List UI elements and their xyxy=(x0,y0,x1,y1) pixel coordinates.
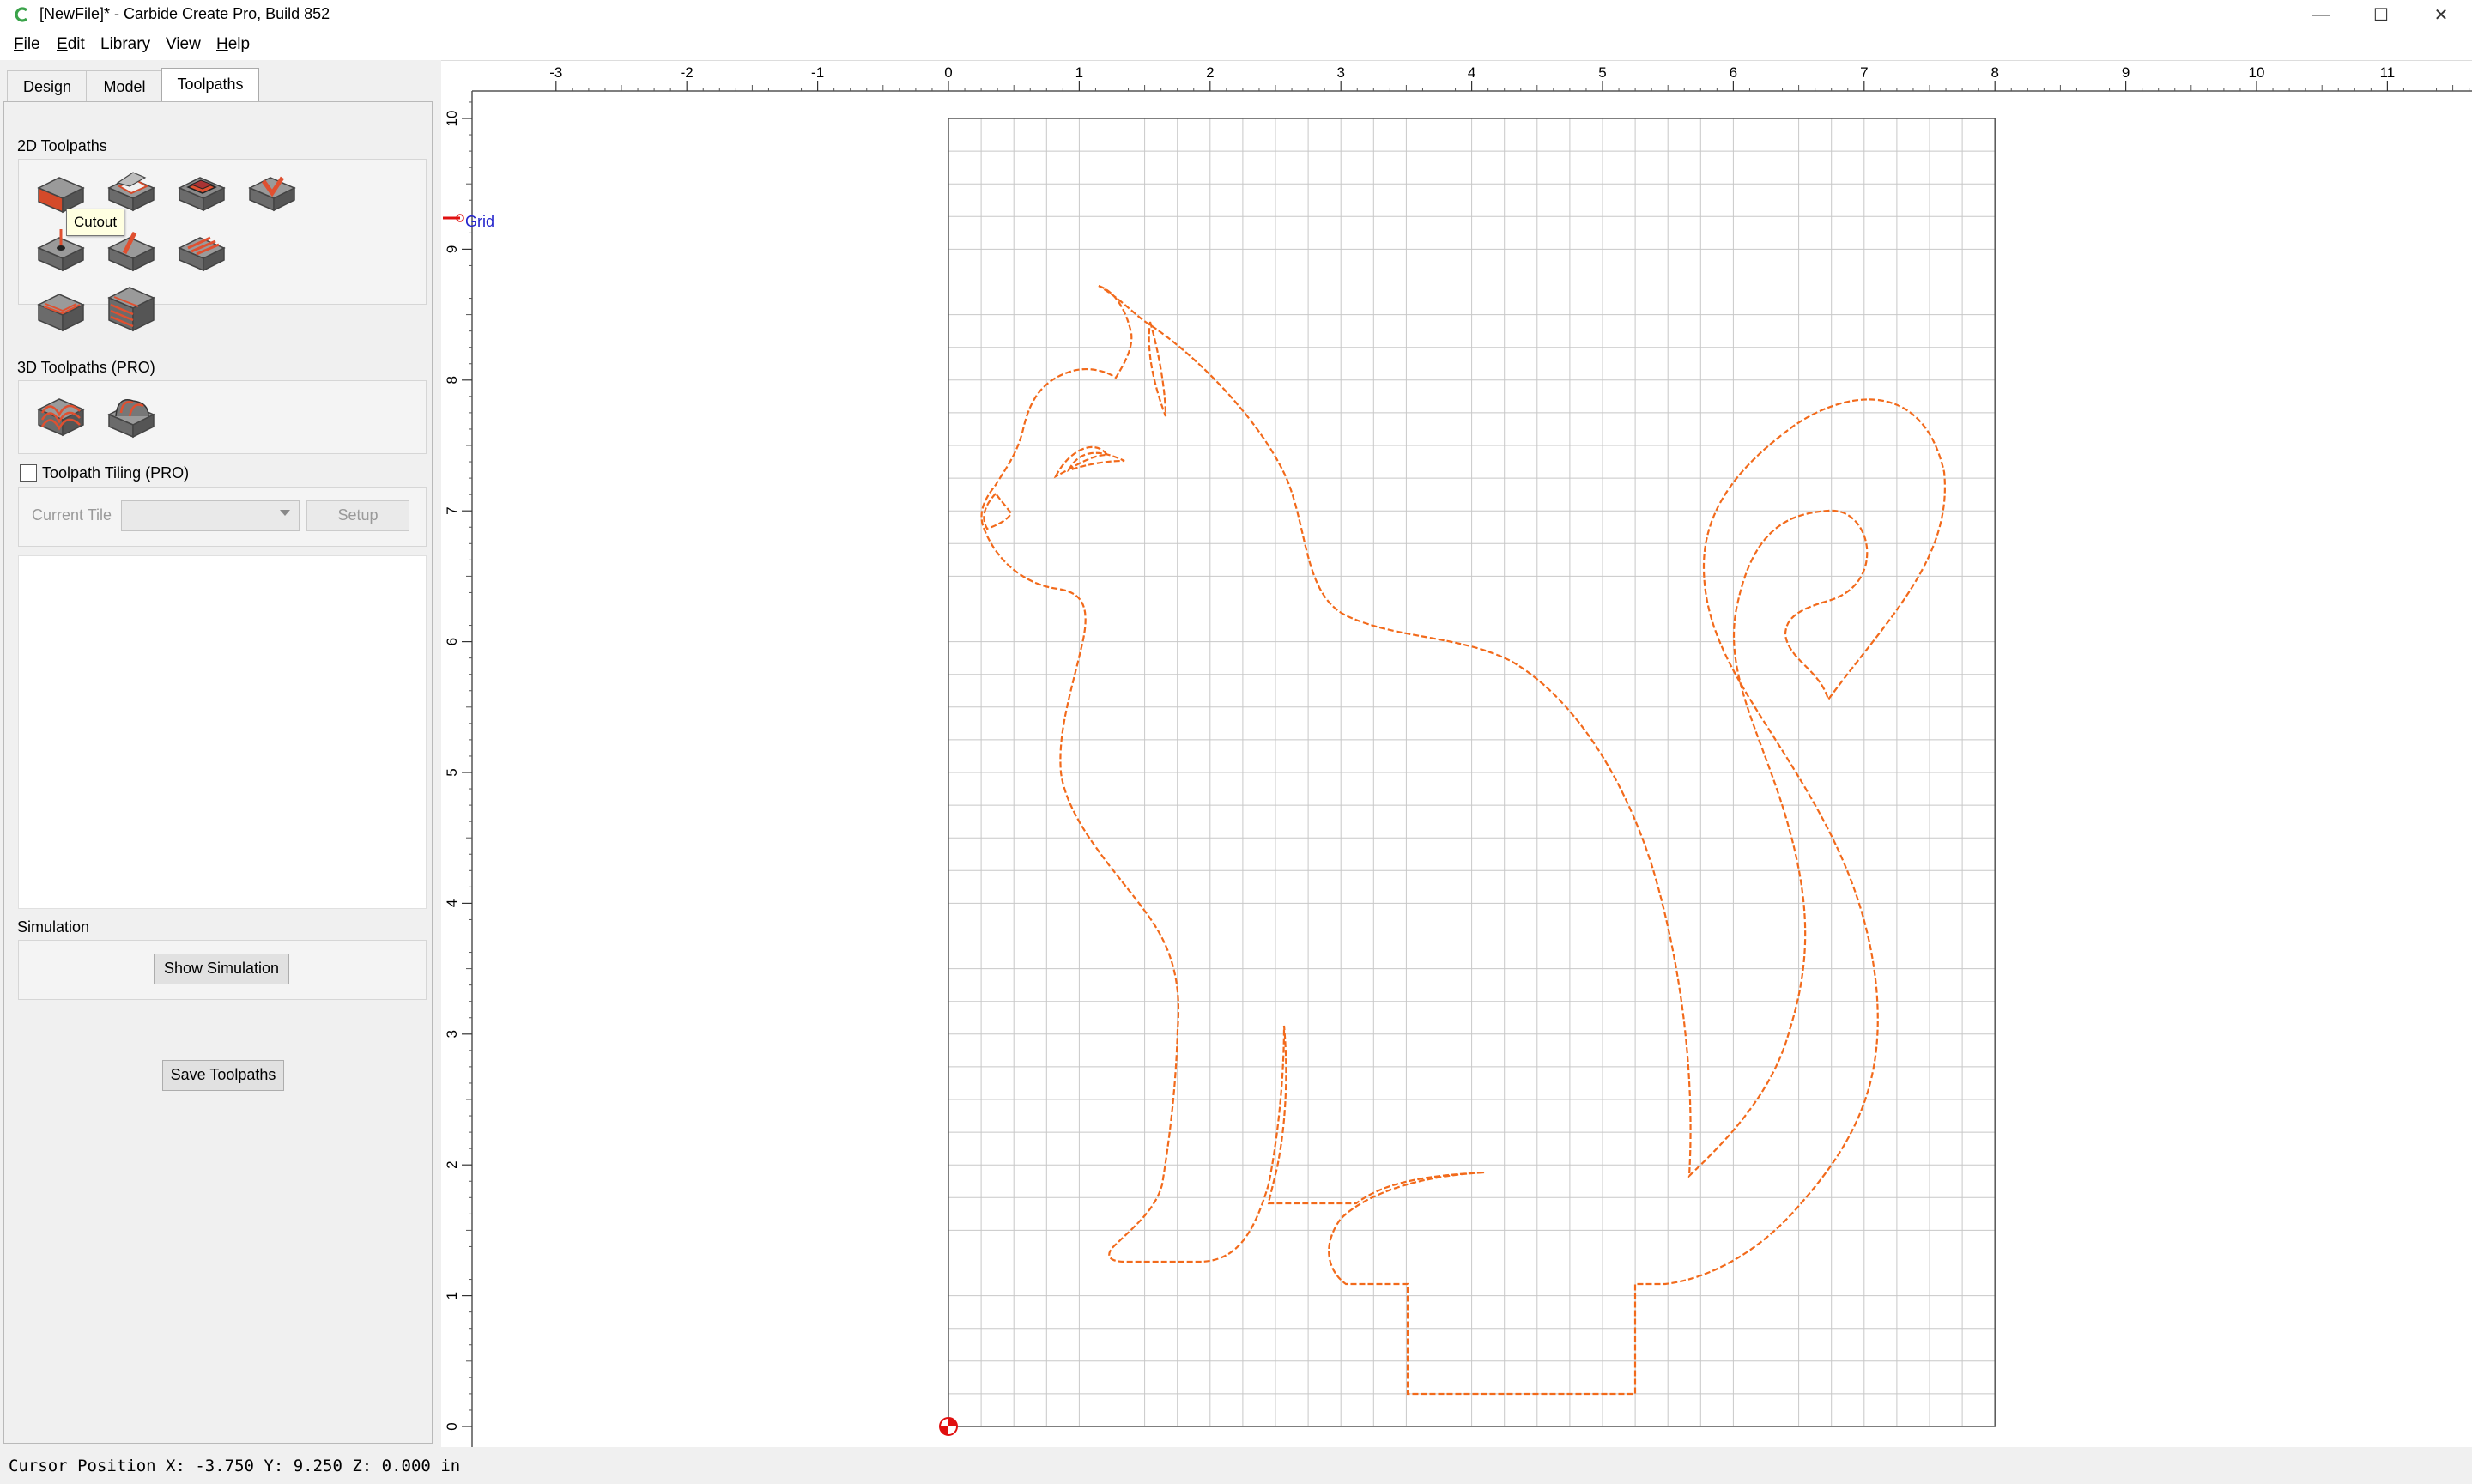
y-tick-label: 6 xyxy=(444,638,460,645)
maximize-button[interactable]: ☐ xyxy=(2352,0,2410,29)
toolpath-tiling-label: Toolpath Tiling (PRO) xyxy=(42,464,190,482)
texture-toolpath-icon[interactable] xyxy=(104,227,161,279)
rough-toolpath-icon[interactable] xyxy=(33,288,90,339)
vcarve-toolpath-icon[interactable] xyxy=(245,167,301,219)
toolpath-list[interactable] xyxy=(18,555,427,909)
x-tick-label: 4 xyxy=(1468,64,1475,81)
window-title: [NewFile]* - Carbide Create Pro, Build 8… xyxy=(39,5,330,22)
cat-design[interactable] xyxy=(980,284,1946,1396)
y-tick-label: 3 xyxy=(444,1030,460,1038)
simulation-label: Simulation xyxy=(17,918,90,936)
cat-ear-path[interactable] xyxy=(1148,321,1167,417)
tab-toolpaths[interactable]: Toolpaths xyxy=(161,68,259,103)
tab-model[interactable]: Model xyxy=(86,70,163,102)
origin-icon xyxy=(939,1417,958,1436)
x-tick-label: 3 xyxy=(1336,64,1344,81)
cat-eye-inner-path[interactable] xyxy=(1066,451,1125,472)
cat-eye-path[interactable] xyxy=(1053,445,1110,479)
menu-bar: File Edit Library View Help xyxy=(0,29,2472,60)
menu-help[interactable]: Help xyxy=(216,34,250,55)
stock-grid xyxy=(948,118,1996,1426)
menu-file-rest: ile xyxy=(23,35,40,53)
y-tick-label: 9 xyxy=(444,245,460,253)
y-tick-label: 10 xyxy=(444,111,460,127)
menu-edit-rest: dit xyxy=(67,35,85,53)
title-bar: [NewFile]* - Carbide Create Pro, Build 8… xyxy=(0,0,2472,29)
toolpath-tiling-checkbox[interactable] xyxy=(20,464,37,482)
x-tick-label: 11 xyxy=(2380,64,2396,81)
left-panel: Design Model Toolpaths 2D Toolpaths Cuto… xyxy=(0,60,438,1447)
x-tick-label: -2 xyxy=(681,64,694,81)
x-tick-label: 8 xyxy=(1990,64,1998,81)
menu-edit[interactable]: Edit xyxy=(57,34,85,55)
y-tick-label: 1 xyxy=(444,1292,460,1299)
close-button[interactable]: ✕ xyxy=(2412,0,2470,29)
x-tick-label: 9 xyxy=(2122,64,2130,81)
menu-library[interactable]: Library xyxy=(100,34,150,55)
x-tick-label: -1 xyxy=(811,64,824,81)
x-tick-label: 1 xyxy=(1075,64,1083,81)
cursor-position-readout: Cursor Position X: -3.750 Y: 9.250 Z: 0.… xyxy=(9,1457,461,1475)
menu-file-accel: F xyxy=(14,35,24,53)
3d-finish-toolpath-icon[interactable] xyxy=(104,391,161,442)
current-tile-select[interactable] xyxy=(121,500,300,531)
status-bar: Cursor Position X: -3.750 Y: 9.250 Z: 0.… xyxy=(0,1447,2472,1484)
toolpaths-tab-page: 2D Toolpaths Cutout 3D Toolpaths (PRO) T… xyxy=(3,101,433,1444)
maximize-icon: ☐ xyxy=(2373,5,2389,25)
cat-body-path[interactable] xyxy=(980,284,1946,1396)
canvas-svg[interactable]: -3 -2 -1 0 1 2 3 4 5 6 7 8 9 10 11 0 1 2 3 4 5 6 7 8 9 10 Grid xyxy=(441,59,2472,1447)
toolpaths-2d-label: 2D Toolpaths xyxy=(17,137,107,154)
pocket-deep-toolpath-icon[interactable] xyxy=(174,167,231,219)
close-icon: ✕ xyxy=(2433,5,2449,25)
design-canvas[interactable]: -3 -2 -1 0 1 2 3 4 5 6 7 8 9 10 11 0 1 2 3 4 5 6 7 8 9 10 Grid xyxy=(441,59,2472,1447)
grid-label: Grid xyxy=(465,213,494,230)
x-tick-label: -3 xyxy=(549,64,562,81)
setup-button[interactable]: Setup xyxy=(306,500,409,531)
drill-toolpath-icon[interactable] xyxy=(33,227,90,279)
carbide-create-logo-icon xyxy=(15,7,28,22)
top-ruler xyxy=(441,60,2472,91)
y-tick-label: 0 xyxy=(444,1422,460,1430)
x-tick-label: 10 xyxy=(2249,64,2265,81)
menu-help-rest: elp xyxy=(227,35,251,53)
current-tile-label: Current Tile xyxy=(32,506,112,524)
menu-file[interactable]: File xyxy=(14,34,40,55)
menu-view[interactable]: View xyxy=(166,34,201,55)
menu-help-accel: H xyxy=(216,35,228,53)
x-tick-label: 2 xyxy=(1206,64,1214,81)
x-tick-label: 7 xyxy=(1860,64,1868,81)
y-tick-label: 2 xyxy=(444,1160,460,1168)
y-tick-label: 8 xyxy=(444,376,460,384)
tab-design[interactable]: Design xyxy=(7,70,88,102)
left-ruler xyxy=(441,60,472,1447)
minimize-button[interactable]: — xyxy=(2292,0,2350,29)
x-tick-label: 5 xyxy=(1598,64,1606,81)
show-simulation-button[interactable]: Show Simulation xyxy=(154,954,289,984)
finish-toolpath-icon[interactable] xyxy=(104,284,161,336)
save-toolpaths-button[interactable]: Save Toolpaths xyxy=(162,1060,284,1091)
advanced-vcarve-toolpath-icon[interactable] xyxy=(174,227,231,279)
3d-rough-toolpath-icon[interactable] xyxy=(33,391,90,442)
y-tick-label: 4 xyxy=(444,899,460,907)
menu-edit-accel: E xyxy=(57,35,68,53)
y-tick-label: 5 xyxy=(444,768,460,776)
x-tick-label: 0 xyxy=(944,64,952,81)
minimize-icon: — xyxy=(2312,4,2330,24)
chevron-down-icon xyxy=(280,510,290,516)
toolpaths-3d-label: 3D Toolpaths (PRO) xyxy=(17,359,155,376)
x-tick-label: 6 xyxy=(1730,64,1737,81)
y-tick-label: 7 xyxy=(444,506,460,514)
